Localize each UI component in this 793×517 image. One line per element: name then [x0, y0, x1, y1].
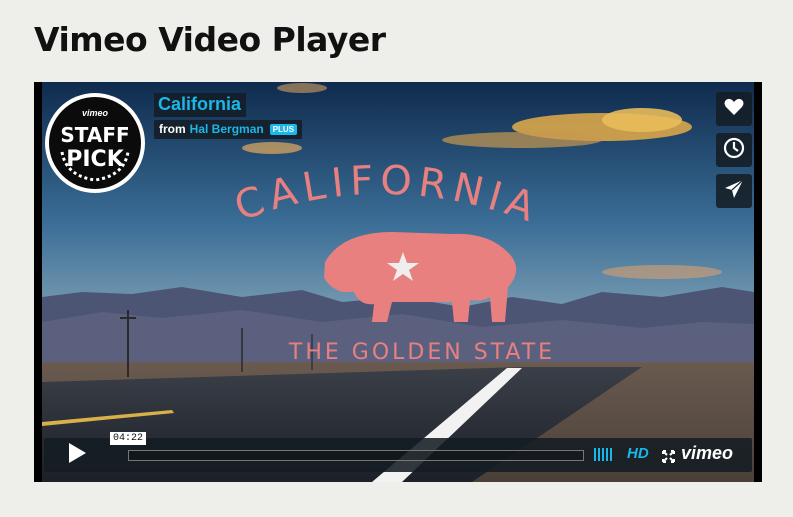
video-title-link[interactable]: California: [154, 93, 247, 117]
video-player[interactable]: CALIFORNIA THE GOLDEN STATE vimeo STAFF …: [34, 82, 762, 482]
video-frame[interactable]: CALIFORNIA THE GOLDEN STATE: [42, 82, 754, 482]
staff-pick-badge[interactable]: vimeo STAFF PICK: [44, 92, 146, 194]
badge-brand: vimeo: [82, 108, 109, 118]
play-icon: [67, 442, 87, 468]
hd-toggle[interactable]: HD: [627, 445, 649, 462]
vimeo-logo[interactable]: vimeo: [681, 443, 733, 464]
page-title: Vimeo Video Player: [34, 20, 386, 59]
plus-badge: PLUS: [269, 123, 298, 135]
play-button[interactable]: [44, 438, 110, 472]
video-byline: from Hal Bergman PLUS: [154, 120, 303, 139]
share-button[interactable]: [716, 174, 752, 208]
badge-line1: STAFF: [60, 123, 129, 147]
timecode: 04:22: [110, 432, 147, 445]
author-link[interactable]: Hal Bergman: [190, 122, 264, 136]
watch-later-button[interactable]: [716, 133, 752, 167]
control-bar: 04:22 HD vimeo: [44, 432, 752, 472]
volume-control[interactable]: [594, 448, 612, 461]
byline-prefix: from: [159, 122, 186, 136]
fullscreen-button[interactable]: [662, 448, 675, 467]
fullscreen-icon: [662, 448, 675, 467]
heart-icon: [724, 98, 744, 120]
like-button[interactable]: [716, 92, 752, 126]
overlay-subtitle: THE GOLDEN STATE: [288, 340, 555, 365]
badge-line2: PICK: [66, 147, 124, 172]
video-title: California: [158, 94, 242, 114]
progress-bar[interactable]: [128, 450, 584, 461]
paper-plane-icon: [724, 179, 744, 203]
clock-icon: [723, 137, 745, 163]
